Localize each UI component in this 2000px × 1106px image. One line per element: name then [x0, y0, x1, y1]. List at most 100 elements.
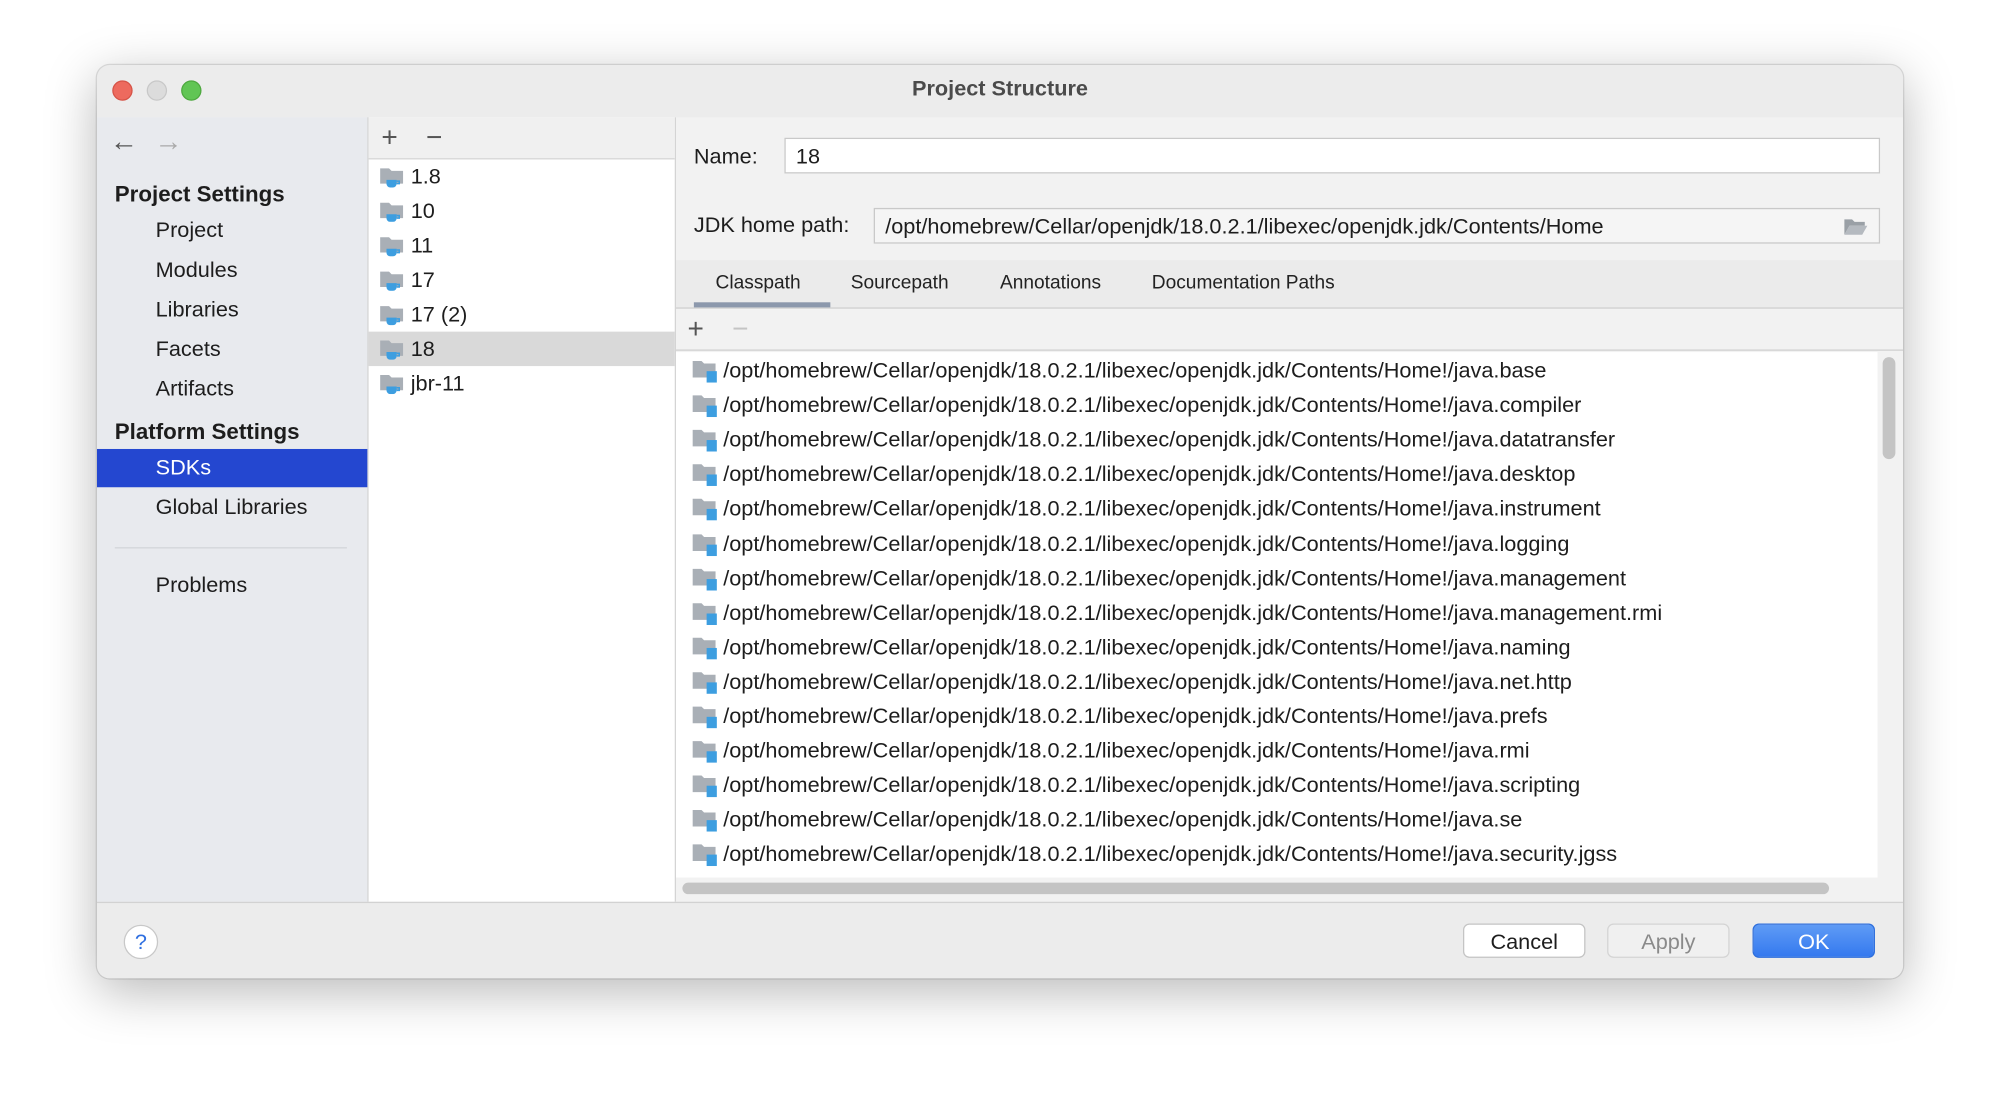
- folder-open-icon[interactable]: [1843, 217, 1869, 236]
- classpath-item[interactable]: /opt/homebrew/Cellar/openjdk/18.0.2.1/li…: [676, 388, 1581, 422]
- arrow-left-icon[interactable]: ←: [110, 125, 138, 158]
- active-tab-indicator: [693, 302, 831, 308]
- module-folder-icon: [692, 395, 717, 418]
- jdk-home-label: JDK home path:: [693, 213, 850, 238]
- apply-button[interactable]: Apply: [1607, 923, 1730, 958]
- classpath-path: /opt/homebrew/Cellar/openjdk/18.0.2.1/li…: [723, 738, 1530, 763]
- add-sdk-button[interactable]: +: [381, 121, 397, 154]
- help-button[interactable]: ?: [123, 924, 159, 960]
- classpath-path: /opt/homebrew/Cellar/openjdk/18.0.2.1/li…: [723, 704, 1548, 729]
- classpath-item[interactable]: /opt/homebrew/Cellar/openjdk/18.0.2.1/li…: [676, 630, 1571, 664]
- classpath-item[interactable]: /opt/homebrew/Cellar/openjdk/18.0.2.1/li…: [676, 595, 1662, 629]
- sdk-detail-panel: Name: 18 JDK home path: /opt/homebrew/Ce…: [676, 117, 1904, 902]
- classpath-list: /opt/homebrew/Cellar/openjdk/18.0.2.1/li…: [676, 352, 1878, 878]
- jdk-folder-icon: [380, 168, 404, 188]
- sidebar-item-global-libraries[interactable]: Global Libraries: [97, 489, 367, 527]
- module-folder-icon: [692, 844, 717, 867]
- sidebar: ← → Project Settings Project Modules Lib…: [96, 117, 369, 902]
- classpath-path: /opt/homebrew/Cellar/openjdk/18.0.2.1/li…: [723, 773, 1581, 798]
- vertical-scrollbar[interactable]: [1882, 357, 1896, 460]
- module-folder-icon: [692, 810, 717, 833]
- sdk-toolbar: + −: [368, 117, 675, 160]
- classpath-path: /opt/homebrew/Cellar/openjdk/18.0.2.1/li…: [723, 634, 1571, 660]
- jdk-folder-icon: [380, 271, 404, 291]
- divider: [114, 547, 347, 549]
- arrow-right-icon[interactable]: →: [154, 125, 182, 158]
- sdk-label: 17 (2): [410, 302, 468, 327]
- sdk-label: 10: [410, 198, 435, 224]
- sdk-label: 11: [410, 233, 434, 258]
- sdk-list-item[interactable]: jbr-11: [369, 366, 675, 400]
- classpath-path: /opt/homebrew/Cellar/openjdk/18.0.2.1/li…: [723, 565, 1627, 591]
- classpath-toolbar: + −: [676, 309, 1904, 351]
- classpath-item[interactable]: /opt/homebrew/Cellar/openjdk/18.0.2.1/li…: [676, 803, 1522, 837]
- dialog-footer: ? Cancel Apply OK: [96, 901, 1904, 979]
- sdk-list-panel: + − 1.8 10 11 17 17 (2) 18 jbr-11: [368, 117, 677, 902]
- sdk-list-item[interactable]: 18: [368, 331, 675, 367]
- module-folder-icon: [692, 637, 717, 660]
- sdk-list-item[interactable]: 10: [369, 194, 675, 228]
- classpath-path: /opt/homebrew/Cellar/openjdk/18.0.2.1/li…: [723, 807, 1523, 833]
- classpath-item[interactable]: /opt/homebrew/Cellar/openjdk/18.0.2.1/li…: [676, 353, 1546, 387]
- module-folder-icon: [692, 775, 717, 798]
- name-label: Name:: [693, 144, 758, 169]
- classpath-item[interactable]: /opt/homebrew/Cellar/openjdk/18.0.2.1/li…: [676, 664, 1572, 698]
- classpath-item[interactable]: /opt/homebrew/Cellar/openjdk/18.0.2.1/li…: [676, 492, 1601, 526]
- sdk-label: 1.8: [410, 164, 441, 189]
- jdk-folder-icon: [380, 202, 404, 222]
- sidebar-item-modules[interactable]: Modules: [97, 251, 367, 289]
- module-folder-icon: [692, 499, 717, 521]
- ok-button[interactable]: OK: [1752, 923, 1875, 958]
- sdk-list-item[interactable]: 17: [369, 263, 675, 297]
- sdk-list-item[interactable]: 1.8: [369, 159, 675, 193]
- sidebar-item-sdks[interactable]: SDKs: [96, 448, 368, 488]
- sidebar-item-facets[interactable]: Facets: [97, 330, 367, 368]
- module-folder-icon: [692, 706, 717, 729]
- jdk-folder-icon: [380, 306, 404, 326]
- project-settings-header: Project Settings: [114, 181, 285, 207]
- jdk-folder-icon: [380, 340, 404, 360]
- add-classpath-button[interactable]: +: [687, 312, 703, 345]
- classpath-item[interactable]: /opt/homebrew/Cellar/openjdk/18.0.2.1/li…: [676, 837, 1617, 871]
- module-folder-icon: [692, 568, 717, 591]
- classpath-item[interactable]: /opt/homebrew/Cellar/openjdk/18.0.2.1/li…: [676, 768, 1580, 802]
- cancel-button[interactable]: Cancel: [1462, 923, 1586, 958]
- jdk-home-path-field[interactable]: /opt/homebrew/Cellar/openjdk/18.0.2.1/li…: [873, 207, 1881, 244]
- sidebar-item-problems[interactable]: Problems: [97, 566, 367, 604]
- classpath-path: /opt/homebrew/Cellar/openjdk/18.0.2.1/li…: [723, 392, 1582, 418]
- classpath-path: /opt/homebrew/Cellar/openjdk/18.0.2.1/li…: [723, 427, 1616, 452]
- sdk-list-item[interactable]: 17 (2): [369, 297, 675, 331]
- sidebar-item-libraries[interactable]: Libraries: [97, 291, 367, 329]
- platform-settings-header: Platform Settings: [114, 418, 300, 444]
- module-folder-icon: [692, 672, 717, 694]
- sidebar-item-artifacts[interactable]: Artifacts: [97, 370, 367, 408]
- sdk-list-item[interactable]: 11: [369, 228, 675, 262]
- classpath-item[interactable]: /opt/homebrew/Cellar/openjdk/18.0.2.1/li…: [676, 526, 1569, 560]
- sdk-label: 17: [410, 267, 435, 293]
- remove-sdk-button[interactable]: −: [426, 121, 442, 154]
- name-input[interactable]: 18: [784, 137, 1881, 174]
- tab-classpath[interactable]: Classpath: [716, 272, 801, 294]
- classpath-item[interactable]: /opt/homebrew/Cellar/openjdk/18.0.2.1/li…: [676, 457, 1575, 491]
- project-structure-dialog: Project Structure ← → Project Settings P…: [96, 65, 1904, 979]
- module-folder-icon: [692, 602, 717, 625]
- tab-documentation-paths[interactable]: Documentation Paths: [1152, 272, 1335, 294]
- classpath-path: /opt/homebrew/Cellar/openjdk/18.0.2.1/li…: [723, 669, 1572, 694]
- remove-classpath-button[interactable]: −: [732, 312, 748, 345]
- jdk-folder-icon: [380, 374, 404, 395]
- classpath-path: /opt/homebrew/Cellar/openjdk/18.0.2.1/li…: [723, 842, 1618, 867]
- sidebar-item-project[interactable]: Project: [97, 212, 367, 250]
- classpath-path: /opt/homebrew/Cellar/openjdk/18.0.2.1/li…: [723, 496, 1601, 521]
- classpath-path: /opt/homebrew/Cellar/openjdk/18.0.2.1/li…: [723, 600, 1663, 625]
- tab-annotations[interactable]: Annotations: [1000, 272, 1101, 294]
- classpath-item[interactable]: /opt/homebrew/Cellar/openjdk/18.0.2.1/li…: [676, 422, 1615, 456]
- tab-sourcepath[interactable]: Sourcepath: [851, 272, 949, 294]
- classpath-item[interactable]: /opt/homebrew/Cellar/openjdk/18.0.2.1/li…: [676, 734, 1530, 768]
- sdk-label: jbr-11: [410, 371, 465, 396]
- classpath-item[interactable]: /opt/homebrew/Cellar/openjdk/18.0.2.1/li…: [676, 561, 1626, 595]
- horizontal-scrollbar[interactable]: [682, 882, 1830, 895]
- classpath-path: /opt/homebrew/Cellar/openjdk/18.0.2.1/li…: [723, 462, 1576, 487]
- classpath-path: /opt/homebrew/Cellar/openjdk/18.0.2.1/li…: [723, 358, 1547, 383]
- classpath-item[interactable]: /opt/homebrew/Cellar/openjdk/18.0.2.1/li…: [676, 699, 1548, 733]
- sdk-label: 18: [410, 336, 435, 361]
